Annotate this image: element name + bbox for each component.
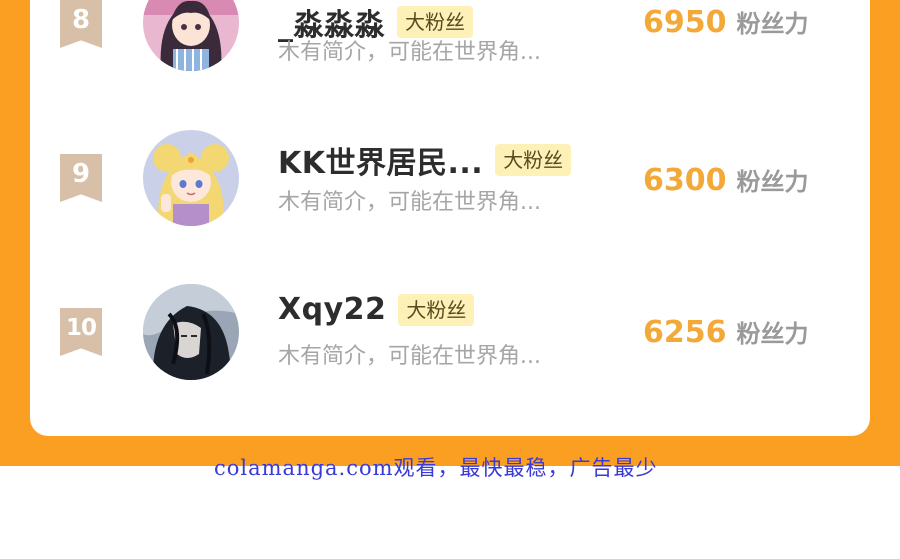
avatar[interactable] xyxy=(143,284,239,380)
score-unit: 粉丝力 xyxy=(736,168,809,196)
ranking-card: 8 _淼淼淼 大粉丝 木有简介，可能在世界角... 6950 粉丝力 9 KK世… xyxy=(30,0,870,436)
dark-haired-figure-icon xyxy=(143,284,239,380)
user-name[interactable]: KK世界居民... xyxy=(278,138,483,182)
user-intro: 木有简介，可能在世界角... xyxy=(278,190,541,215)
fan-power-score: 6950 粉丝力 xyxy=(643,4,809,40)
user-intro: 木有简介，可能在世界角... xyxy=(278,40,541,65)
score-unit: 粉丝力 xyxy=(736,10,809,38)
rank-ribbon-icon: 8 xyxy=(60,0,102,48)
ranking-row[interactable]: 10 Xqy22 大粉丝 木有简介，可能在世界角... 6256 粉丝力 xyxy=(30,278,870,388)
avatar[interactable] xyxy=(143,0,239,71)
user-name-line: Xqy22 大粉丝 xyxy=(278,292,475,327)
anime-girl-blonde-icon xyxy=(143,130,239,226)
fan-power-score: 6300 粉丝力 xyxy=(643,162,809,198)
user-name-line: KK世界居民... 大粉丝 xyxy=(278,138,572,182)
fan-level-badge: 大粉丝 xyxy=(495,144,572,176)
avatar[interactable] xyxy=(143,130,239,226)
score-unit: 粉丝力 xyxy=(736,320,809,348)
score-value: 6950 xyxy=(643,5,727,40)
ranking-frame: 8 _淼淼淼 大粉丝 木有简介，可能在世界角... 6950 粉丝力 9 KK世… xyxy=(0,0,900,466)
score-value: 6300 xyxy=(643,163,727,198)
ranking-row[interactable]: 8 _淼淼淼 大粉丝 木有简介，可能在世界角... 6950 粉丝力 xyxy=(30,0,870,88)
fan-power-score: 6256 粉丝力 xyxy=(643,314,809,350)
fan-level-badge: 大粉丝 xyxy=(398,293,475,326)
user-intro: 木有简介，可能在世界角... xyxy=(278,344,541,369)
score-value: 6256 xyxy=(643,315,727,350)
anime-girl-dark-hair-icon xyxy=(143,0,239,71)
rank-ribbon-icon: 10 xyxy=(60,308,102,356)
site-watermark: colamanga.com观看，最快最稳，广告最少 xyxy=(214,456,658,480)
user-name[interactable]: Xqy22 xyxy=(278,292,386,327)
rank-ribbon-icon: 9 xyxy=(60,154,102,202)
ranking-row[interactable]: 9 KK世界居民... 大粉丝 木有简介，可能在世界角... 6300 粉丝力 xyxy=(30,124,870,234)
